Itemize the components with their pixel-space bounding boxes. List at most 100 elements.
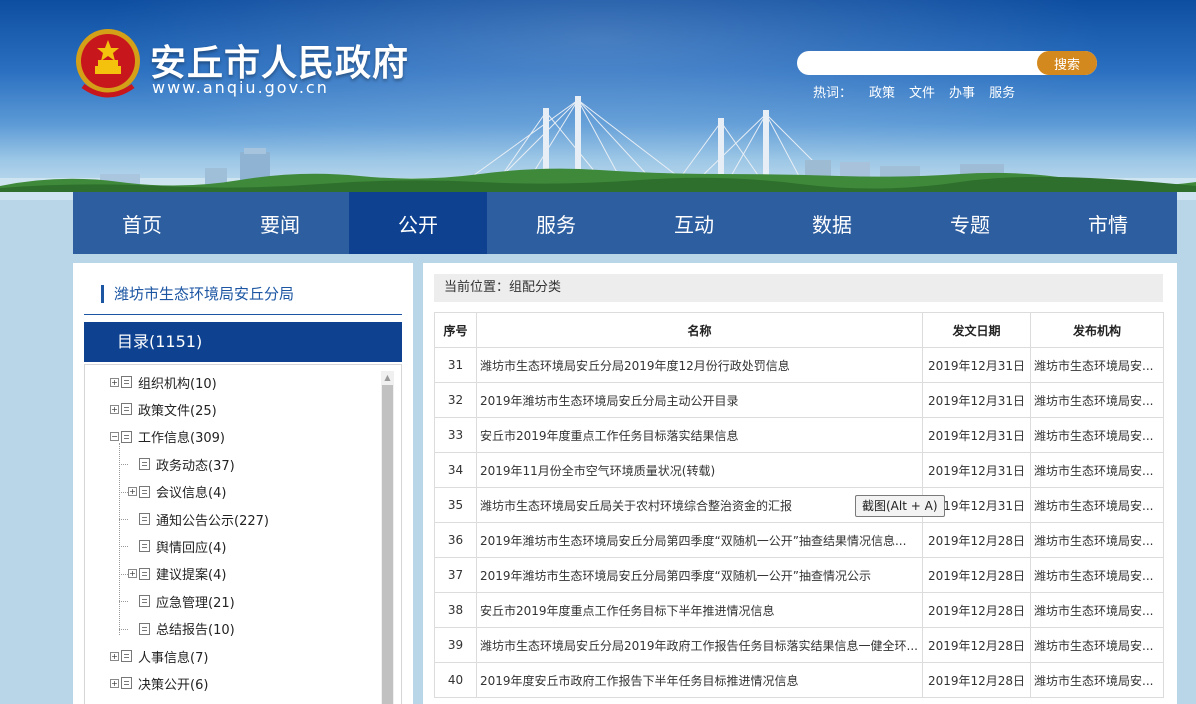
row-org: 潍坊市生态环境局安... [1030, 347, 1164, 383]
row-title-link[interactable]: 安丘市2019年度重点工作任务目标落实结果信息 [476, 417, 923, 453]
folder-document-icon [139, 485, 150, 498]
tree-item[interactable]: 舆情回应(4) [128, 536, 226, 556]
main-nav: 首页 要闻 公开 服务 互动 数据 专题 市情 [73, 192, 1177, 254]
tree-item[interactable]: − 工作信息(309) [110, 427, 225, 447]
header-date: 发文日期 [922, 312, 1031, 348]
nav-home[interactable]: 首页 [73, 192, 211, 254]
collapse-toggle-icon[interactable]: − [110, 432, 119, 442]
tree-item[interactable]: + 政策文件(25) [110, 399, 217, 419]
row-title-link[interactable]: 2019年潍坊市生态环境局安丘分局第四季度“双随机一公开”抽查结果情况信息... [476, 522, 923, 558]
tree-item-label: 会议信息(4) [156, 486, 227, 502]
row-date: 2019年12月31日 [922, 452, 1031, 488]
row-number: 35 [434, 487, 477, 523]
row-org: 潍坊市生态环境局安... [1030, 487, 1164, 523]
row-title-link[interactable]: 2019年度安丘市政府工作报告下半年任务目标推进情况信息 [476, 662, 923, 698]
row-number: 40 [434, 662, 477, 698]
tree-connector [128, 597, 137, 606]
row-number: 36 [434, 522, 477, 558]
tree-item-label: 人事信息(7) [138, 650, 209, 666]
nav-interaction[interactable]: 互动 [625, 192, 763, 254]
row-number: 32 [434, 382, 477, 418]
hot-word-documents[interactable]: 文件 [909, 82, 935, 101]
row-date: 2019年12月31日 [922, 347, 1031, 383]
expand-toggle-icon[interactable]: + [128, 569, 137, 579]
nav-city-info[interactable]: 市情 [1039, 192, 1177, 254]
tree-connector-line [119, 546, 128, 548]
scroll-thumb[interactable] [382, 385, 393, 704]
folder-document-icon [139, 540, 150, 553]
tree-item[interactable]: + 建议提案(4) [128, 564, 226, 584]
table-row: 36 2019年潍坊市生态环境局安丘分局第四季度“双随机一公开”抽查结果情况信息.… [434, 522, 1164, 558]
tree-item[interactable]: + 决策公开(6) [110, 673, 208, 693]
search-input[interactable] [807, 53, 1032, 73]
document-table: 序号 名称 发文日期 发布机构 31 潍坊市生态环境局安丘分局2019年度12月份… [434, 312, 1164, 698]
row-org: 潍坊市生态环境局安... [1030, 452, 1164, 488]
hot-word-policy[interactable]: 政策 [869, 82, 895, 101]
tree-item[interactable]: + 人事信息(7) [110, 646, 208, 666]
sidebar: 潍坊市生态环境局安丘分局 目录(1151) ▲ + 组织机构(10) + 政策文件(2… [73, 263, 413, 704]
tree-connector [128, 624, 137, 633]
tree-item[interactable]: 总结报告(10) [128, 619, 235, 639]
header-number: 序号 [434, 312, 477, 348]
breadcrumb-current[interactable]: 组配分类 [509, 280, 561, 295]
tree-item[interactable]: 通知公告公示(227) [128, 509, 269, 529]
row-date: 2019年12月28日 [922, 662, 1031, 698]
tree-item[interactable]: + 组织机构(10) [110, 372, 217, 392]
tree-scrollbar[interactable]: ▲ [381, 371, 394, 704]
row-org: 潍坊市生态环境局安... [1030, 557, 1164, 593]
expand-toggle-icon[interactable]: + [110, 377, 119, 387]
folder-document-icon [139, 567, 150, 580]
catalog-header[interactable]: 目录(1151) [84, 322, 402, 362]
screenshot-tooltip: 截图(Alt + A) [855, 495, 945, 517]
header-name: 名称 [476, 312, 923, 348]
row-title-link[interactable]: 安丘市2019年度重点工作任务目标下半年推进情况信息 [476, 592, 923, 628]
folder-document-icon [121, 376, 132, 388]
row-title-link[interactable]: 潍坊市生态环境局安丘分局2019年度12月份行政处罚信息 [476, 347, 923, 383]
header-banner: 安丘市人民政府 www.anqiu.gov.cn 搜索 热词： 政策 文件 办事… [0, 0, 1196, 200]
tree-item-label: 总结报告(10) [156, 623, 235, 639]
tree-item-label: 政务动态(37) [156, 458, 235, 474]
expand-toggle-icon[interactable]: + [128, 487, 137, 497]
row-title-link[interactable]: 2019年潍坊市生态环境局安丘分局主动公开目录 [476, 382, 923, 418]
row-title-link[interactable]: 潍坊市生态环境局安丘分局2019年政府工作报告任务目标落实结果信息一健全环... [476, 627, 923, 663]
row-title-link[interactable]: 2019年11月份全市空气环境质量状况(转载) [476, 452, 923, 488]
tree-item[interactable]: 政务动态(37) [128, 454, 235, 474]
row-date: 2019年12月28日 [922, 627, 1031, 663]
tree-connector-line [119, 601, 128, 603]
tree-item-label: 政策文件(25) [138, 403, 217, 419]
nav-data[interactable]: 数据 [763, 192, 901, 254]
nav-topics[interactable]: 专题 [901, 192, 1039, 254]
expand-toggle-icon[interactable]: + [110, 404, 119, 414]
row-number: 34 [434, 452, 477, 488]
expand-toggle-icon[interactable]: + [110, 651, 119, 661]
tree-item-label: 应急管理(21) [156, 595, 235, 611]
expand-toggle-icon[interactable]: + [110, 678, 119, 688]
table-row: 35 潍坊市生态环境局安丘局关于农村环境综合整治资金的汇报 2019年12月31日潍… [434, 487, 1164, 523]
nav-service[interactable]: 服务 [487, 192, 625, 254]
hot-words-label: 热词： [813, 86, 853, 101]
tree-item[interactable]: + 会议信息(4) [128, 482, 226, 502]
row-number: 37 [434, 557, 477, 593]
folder-document-icon [139, 458, 150, 471]
nav-public[interactable]: 公开 [349, 192, 487, 254]
hot-word-affairs[interactable]: 办事 [949, 82, 975, 101]
tree-connector-line [119, 442, 120, 635]
scroll-up-arrow-icon[interactable]: ▲ [381, 371, 394, 384]
table-row: 37 2019年潍坊市生态环境局安丘分局第四季度“双随机一公开”抽查情况公示 201… [434, 557, 1164, 593]
city-skyline-illustration [0, 96, 1196, 200]
folder-document-icon [139, 622, 150, 635]
search-button[interactable]: 搜索 [1037, 51, 1097, 75]
table-row: 38 安丘市2019年度重点工作任务目标下半年推进情况信息 2019年12月28日潍… [434, 592, 1164, 628]
folder-document-icon [139, 595, 150, 608]
department-title: 潍坊市生态环境局安丘分局 [101, 285, 294, 303]
breadcrumb-label: 当前位置： [444, 280, 510, 295]
row-date: 2019年12月28日 [922, 522, 1031, 558]
folder-document-icon [121, 403, 132, 416]
row-org: 潍坊市生态环境局安... [1030, 417, 1164, 453]
tree-item[interactable]: 应急管理(21) [128, 591, 235, 611]
nav-news[interactable]: 要闻 [211, 192, 349, 254]
hot-word-service[interactable]: 服务 [989, 82, 1015, 101]
table-row: 34 2019年11月份全市空气环境质量状况(转载) 2019年12月31日 潍坊市生… [434, 452, 1164, 488]
row-title-link[interactable]: 2019年潍坊市生态环境局安丘分局第四季度“双随机一公开”抽查情况公示 [476, 557, 923, 593]
row-number: 31 [434, 347, 477, 383]
